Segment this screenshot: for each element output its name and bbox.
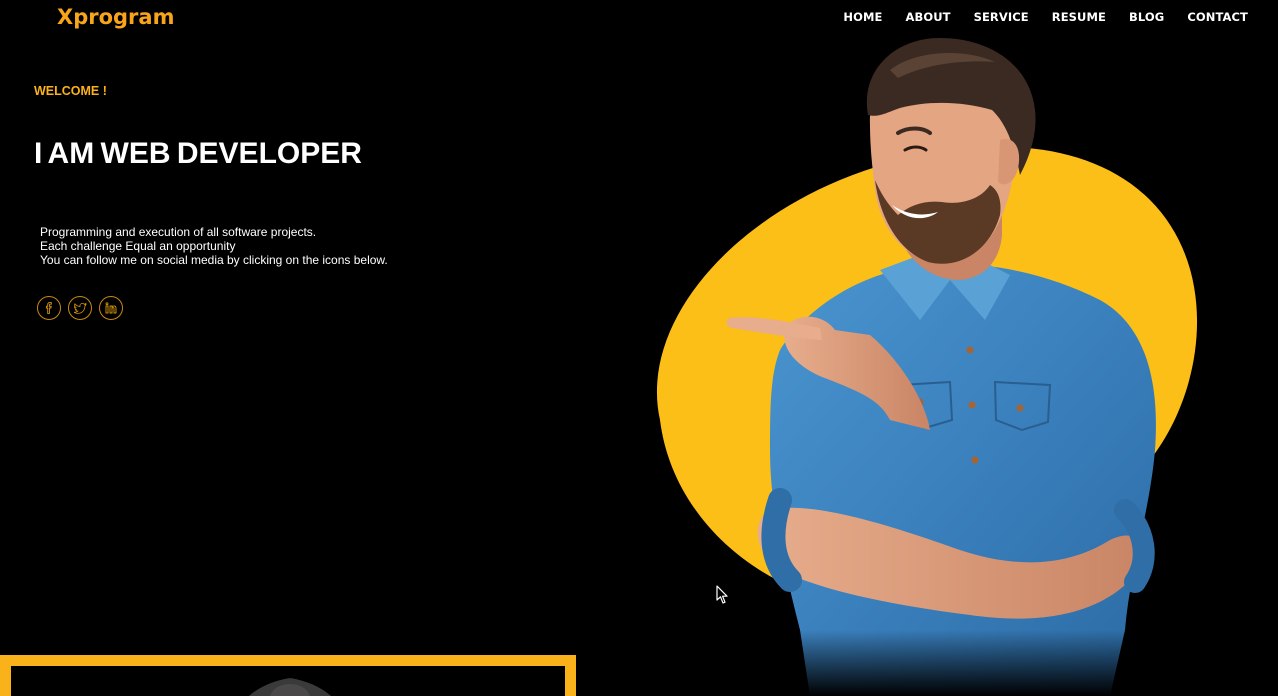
twitter-icon — [73, 302, 87, 314]
hero-headline: I AM WEB DEVELOPER — [34, 137, 362, 170]
nav-resume[interactable]: RESUME — [1052, 10, 1106, 24]
social-links — [37, 296, 123, 320]
about-photo — [248, 678, 332, 696]
linkedin-link[interactable] — [99, 296, 123, 320]
brand-logo[interactable]: Xprogram — [57, 5, 174, 29]
nav-service[interactable]: SERVICE — [974, 10, 1029, 24]
mouse-cursor-icon — [716, 585, 728, 604]
facebook-link[interactable] — [37, 296, 61, 320]
description-line: Programming and execution of all softwar… — [40, 225, 317, 239]
nav-about[interactable]: ABOUT — [905, 10, 950, 24]
nav-contact[interactable]: CONTACT — [1187, 10, 1248, 24]
welcome-label: WELCOME ! — [34, 84, 107, 98]
main-nav: HOME ABOUT SERVICE RESUME BLOG CONTACT — [843, 10, 1248, 24]
hero-description: Programming and execution of all softwar… — [40, 225, 388, 267]
facebook-icon — [45, 302, 52, 314]
nav-home[interactable]: HOME — [843, 10, 882, 24]
nav-blog[interactable]: BLOG — [1129, 10, 1164, 24]
description-line: You can follow me on social media by cli… — [40, 253, 388, 267]
twitter-link[interactable] — [68, 296, 92, 320]
page: Xprogram HOME ABOUT SERVICE RESUME BLOG … — [0, 0, 1278, 696]
linkedin-icon — [105, 302, 117, 314]
description-line: Each challenge Equal an opportunity — [40, 239, 236, 253]
